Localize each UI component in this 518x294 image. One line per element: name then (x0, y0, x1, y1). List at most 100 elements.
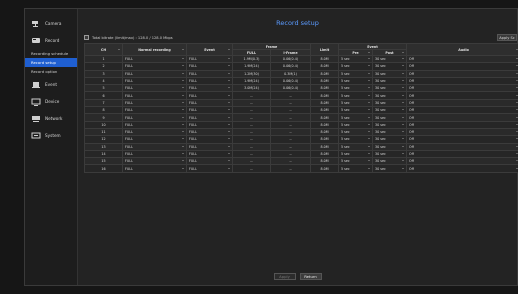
audio-select[interactable]: Off (406, 69, 518, 78)
audio-select[interactable]: Off (406, 164, 518, 173)
event-recording-select[interactable]: FULL (186, 76, 233, 86)
sidebar-sub-record-setup[interactable]: Record setup (25, 58, 77, 67)
normal-recording-select[interactable]: FULL (122, 142, 187, 151)
normal-recording-select[interactable]: FULL (122, 54, 187, 64)
sidebar-item-label: Event (45, 82, 57, 87)
event-pre-select[interactable]: 5 sec (338, 84, 374, 93)
event-recording-select[interactable]: FULL (186, 164, 233, 173)
event-post-select[interactable]: 30 sec (372, 98, 408, 108)
event-header[interactable]: Event (186, 43, 233, 56)
event-post-select[interactable]: 30 sec (372, 164, 408, 173)
event-pre-select[interactable]: 5 sec (338, 106, 374, 115)
normal-recording-select[interactable]: FULL (122, 91, 187, 100)
event-recording-select[interactable]: FULL (186, 98, 233, 108)
audio-select[interactable]: Off (406, 113, 518, 122)
sidebar-item-system[interactable]: System (25, 127, 77, 144)
sidebar-item-camera[interactable]: Camera (25, 15, 77, 32)
sidebar-sub-record-option[interactable]: Record option (25, 67, 77, 76)
event-post-select[interactable]: 30 sec (372, 106, 408, 115)
normal-recording-select[interactable]: FULL (122, 157, 187, 166)
normal-recording-select[interactable]: FULL (122, 106, 187, 115)
sidebar-item-network[interactable]: Network (25, 110, 77, 127)
normal-recording-select[interactable]: FULL (122, 149, 187, 159)
normal-recording-select[interactable]: FULL (122, 62, 187, 71)
event-recording-select[interactable]: FULL (186, 120, 233, 129)
sidebar-item-device[interactable]: Device (25, 93, 77, 110)
event-post-select[interactable]: 30 sec (372, 76, 408, 86)
event-pre-select[interactable]: 5 sec (338, 127, 374, 137)
audio-select[interactable]: Off (406, 142, 518, 151)
sidebar-item-record[interactable]: Record (25, 32, 77, 49)
normal-recording-select[interactable]: FULL (122, 127, 187, 137)
normal-recording-select[interactable]: FULL (122, 164, 187, 173)
event-post-select[interactable]: 30 sec (372, 113, 408, 122)
event-post-select[interactable]: 30 sec (372, 127, 408, 137)
normal-recording-select[interactable]: FULL (122, 84, 187, 93)
sidebar-item-event[interactable]: Event (25, 76, 77, 93)
event-pre-select[interactable]: 5 sec (338, 76, 374, 86)
normal-recording-select[interactable]: FULL (122, 69, 187, 78)
event-pre-select[interactable]: 5 sec (338, 62, 374, 71)
event-recording-select[interactable]: FULL (186, 62, 233, 71)
audio-select[interactable]: Off (406, 106, 518, 115)
event-post-select[interactable]: 30 sec (372, 69, 408, 78)
event-recording-select[interactable]: FULL (186, 84, 233, 93)
event-pre-select[interactable]: 5 sec (338, 135, 374, 144)
audio-select[interactable]: Off (406, 98, 518, 108)
normal-recording-select[interactable]: FULL (122, 98, 187, 108)
audio-select[interactable]: Off (406, 62, 518, 71)
event-pre-select[interactable]: 5 sec (338, 69, 374, 78)
event-post-select[interactable]: 30 sec (372, 120, 408, 129)
event-pre-select[interactable]: 5 sec (338, 91, 374, 100)
event-pre-select[interactable]: 5 sec (338, 149, 374, 159)
normal-recording-select[interactable]: FULL (122, 135, 187, 144)
audio-select[interactable]: Off (406, 54, 518, 64)
event-post-select[interactable]: 30 sec (372, 157, 408, 166)
event-pre-select[interactable]: 5 sec (338, 98, 374, 108)
event-recording-select[interactable]: FULL (186, 142, 233, 151)
event-recording-select[interactable]: FULL (186, 149, 233, 159)
event-recording-select[interactable]: FULL (186, 106, 233, 115)
event-post-select[interactable]: 30 sec (372, 149, 408, 159)
event-recording-select[interactable]: FULL (186, 157, 233, 166)
ch-header[interactable]: CH (84, 43, 123, 56)
event-pre-select[interactable]: 5 sec (338, 164, 374, 173)
normal-recording-select[interactable]: FULL (122, 120, 187, 129)
event-post-select[interactable]: 30 sec (372, 91, 408, 100)
event-pre-select[interactable]: 5 sec (338, 54, 374, 64)
event-recording-select[interactable]: FULL (186, 69, 233, 78)
apply-button[interactable]: Apply (273, 273, 296, 280)
return-button[interactable]: Return (299, 273, 322, 280)
event-pre-select[interactable]: 5 sec (338, 113, 374, 122)
frame-full-value: -- (232, 127, 271, 137)
event-recording-select[interactable]: FULL (186, 127, 233, 137)
event-pre-select[interactable]: 5 sec (338, 142, 374, 151)
event-pre-select[interactable]: 5 sec (338, 120, 374, 129)
audio-select[interactable]: Off (406, 84, 518, 93)
apply-schedule-button[interactable]: Apply Sc (497, 34, 517, 41)
event-pre-select[interactable]: 5 sec (338, 157, 374, 166)
audio-select[interactable]: Off (406, 120, 518, 129)
audio-select[interactable]: Off (406, 157, 518, 166)
audio-select[interactable]: Off (406, 91, 518, 100)
frame-iframe-value: -- (269, 135, 312, 144)
bitrate-checkbox[interactable] (84, 35, 89, 40)
event-post-select[interactable]: 30 sec (372, 84, 408, 93)
audio-header[interactable]: Audio (406, 43, 518, 56)
event-recording-select[interactable]: FULL (186, 54, 233, 64)
normal-recording-select[interactable]: FULL (122, 113, 187, 122)
event-recording-select[interactable]: FULL (186, 113, 233, 122)
event-post-select[interactable]: 30 sec (372, 142, 408, 151)
event-post-select[interactable]: 30 sec (372, 54, 408, 64)
audio-select[interactable]: Off (406, 135, 518, 144)
normal-recording-header[interactable]: Normal recording (122, 43, 187, 56)
normal-recording-select[interactable]: FULL (122, 76, 187, 86)
event-recording-select[interactable]: FULL (186, 91, 233, 100)
sidebar-sub-recording-schedule[interactable]: Recording schedule (25, 49, 77, 58)
event-post-select[interactable]: 30 sec (372, 135, 408, 144)
audio-select[interactable]: Off (406, 76, 518, 86)
audio-select[interactable]: Off (406, 149, 518, 159)
audio-select[interactable]: Off (406, 127, 518, 137)
event-post-select[interactable]: 30 sec (372, 62, 408, 71)
event-recording-select[interactable]: FULL (186, 135, 233, 144)
